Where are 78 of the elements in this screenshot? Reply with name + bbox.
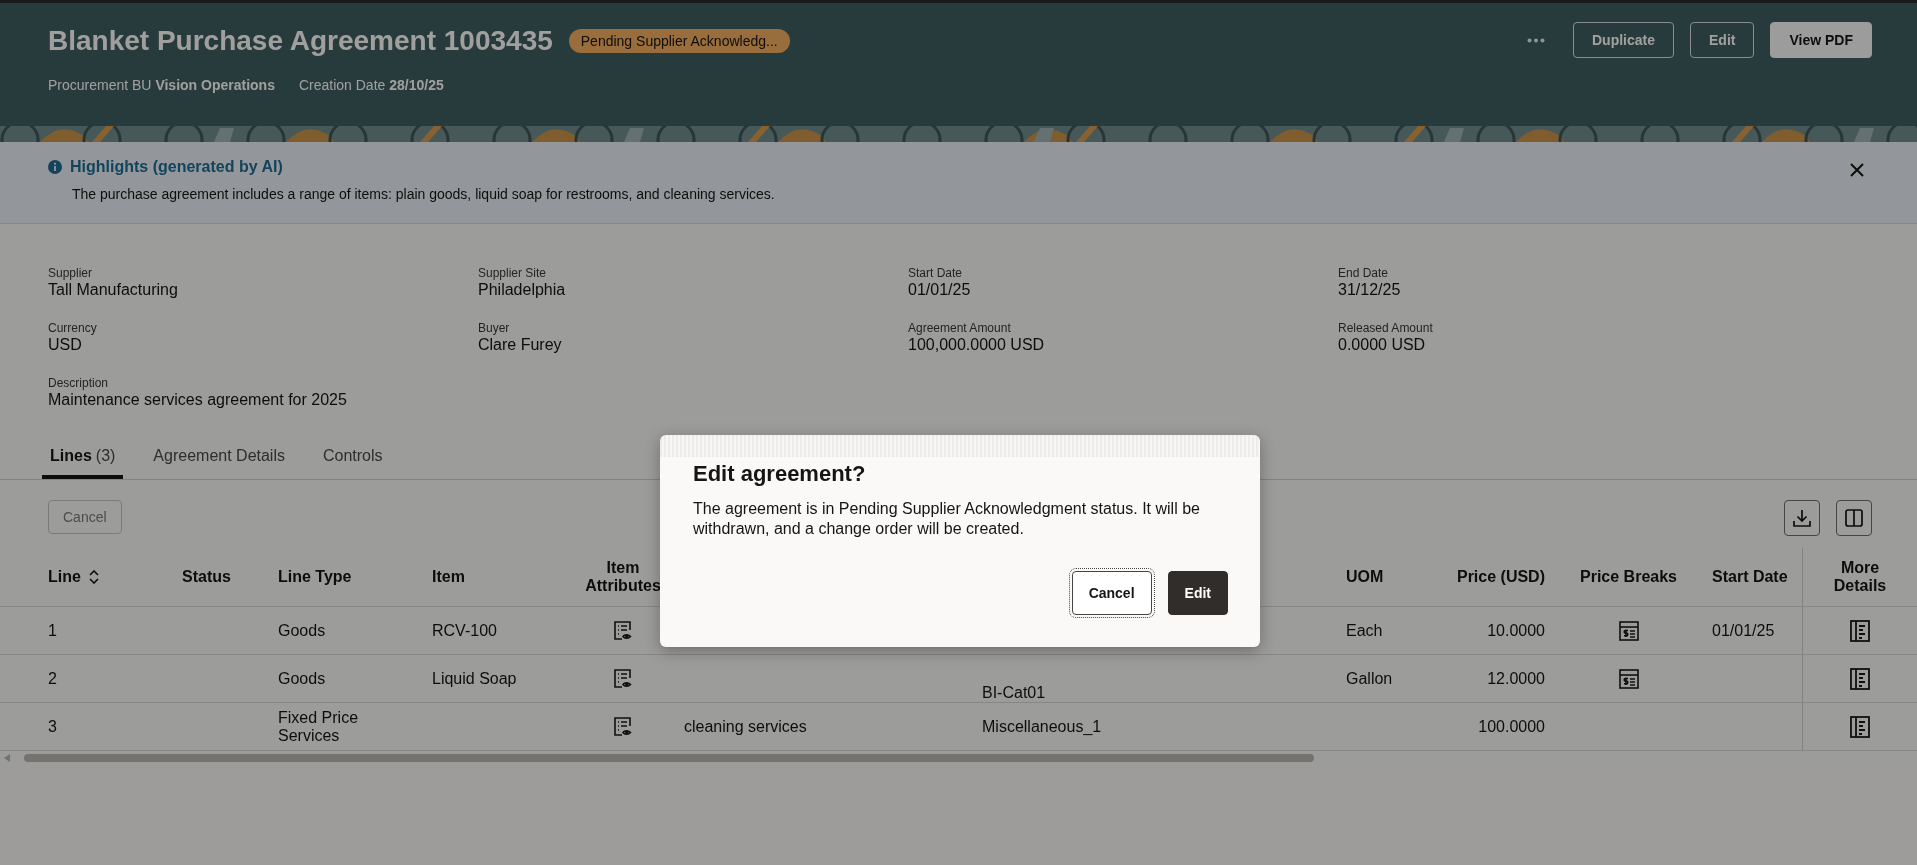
table-cell: Liquid Soap [432, 669, 517, 688]
close-icon[interactable] [1849, 162, 1865, 178]
field-value: 100,000.0000 USD [908, 336, 1046, 354]
table-cell: 10.0000 [1487, 621, 1545, 640]
header-button[interactable]: View PDF [1770, 22, 1872, 58]
column-header: More Details [1832, 559, 1888, 595]
field-label: Start Date [908, 266, 964, 280]
attributes-icon[interactable] [612, 715, 634, 738]
field-label: Agreement Amount [908, 321, 1012, 335]
field-value: USD [48, 336, 83, 354]
column-header: Status [182, 568, 231, 586]
dialog-title: Edit agreement? [693, 461, 867, 487]
columns-button[interactable] [1836, 500, 1872, 536]
column-header: Start Date [1712, 568, 1788, 586]
table-cell: Goods [278, 669, 326, 688]
dialog-button[interactable]: Edit [1167, 571, 1228, 615]
price-breaks-icon[interactable] [1617, 667, 1640, 690]
table-cell: BI-Cat01 [982, 684, 1046, 702]
table-cell: 3 [48, 717, 57, 736]
column-header: Price (USD) [1456, 568, 1545, 586]
field-value: Philadelphia [478, 281, 567, 299]
table-cell: Each [1346, 621, 1383, 640]
field-label: Supplier [48, 266, 94, 280]
table-cell: Goods [278, 621, 326, 640]
field-label: Currency [48, 321, 98, 335]
tab[interactable]: Agreement Details [145, 439, 293, 479]
field-label: End Date [1338, 266, 1390, 280]
field-value: Clare Furey [478, 336, 563, 354]
table-cell: RCV-100 [432, 621, 497, 640]
attributes-icon[interactable] [612, 667, 634, 690]
header-button[interactable]: Edit [1690, 22, 1755, 58]
column-header: UOM [1346, 568, 1384, 586]
table-cell: cleaning services [684, 717, 807, 736]
field-value: 0.0000 USD [1338, 336, 1427, 354]
table-cell: 2 [48, 669, 57, 688]
column-header: Line Type [278, 568, 352, 586]
table-cell: 12.0000 [1487, 669, 1545, 688]
sort-icon[interactable] [88, 570, 99, 584]
column-header[interactable]: Line [48, 568, 81, 586]
table-cell: Miscellaneous_1 [982, 717, 1102, 736]
table-cell-text: Fixed Price Services [278, 708, 360, 745]
table-cell: 1 [48, 621, 57, 640]
table-cell: Gallon [1346, 669, 1393, 688]
download-icon [1792, 508, 1812, 528]
column-header: Item Attributes [585, 559, 661, 595]
dialog-button[interactable]: Cancel [1071, 571, 1152, 615]
columns-icon [1844, 508, 1864, 528]
field-label: Buyer [478, 321, 511, 335]
meta-text: Procurement BU Vision Operations [48, 77, 275, 93]
scrollbar-thumb[interactable] [24, 754, 1314, 762]
page-title: Blanket Purchase Agreement 1003435 [48, 25, 553, 57]
table-cell: 01/01/25 [1712, 621, 1775, 640]
field-label: Description [48, 376, 110, 390]
more-icon[interactable] [1527, 38, 1545, 43]
details-icon[interactable] [1849, 666, 1871, 691]
field-value: 31/12/25 [1338, 281, 1402, 299]
status-badge: Pending Supplier Acknowledg... [568, 29, 790, 53]
highlights-title: Highlights (generated by AI) [70, 158, 283, 176]
dialog-text: The agreement is in Pending Supplier Acknowledgment status. It will be withdrawn, and a change order will be created. [693, 499, 1201, 539]
field-label: Released Amount [1338, 321, 1434, 335]
meta-text: Creation Date 28/10/25 [298, 77, 444, 93]
price-breaks-icon[interactable] [1617, 619, 1640, 642]
highlights-text: The purchase agreement includes a range of items: plain goods, liquid soap for restrooms, and cleaning services. [72, 186, 775, 202]
table-cell: 100.0000 [1478, 717, 1545, 736]
field-value: Tall Manufacturing [48, 281, 179, 299]
field-label: Supplier Site [478, 266, 548, 280]
info-icon [48, 160, 62, 174]
details-icon[interactable] [1849, 618, 1871, 643]
field-value: Maintenance services agreement for 2025 [48, 391, 348, 409]
header-button[interactable]: Duplicate [1573, 22, 1674, 58]
column-header: Price Breaks [1580, 568, 1677, 586]
details-icon[interactable] [1849, 714, 1871, 739]
column-header: Item [432, 568, 465, 586]
download-button[interactable] [1784, 500, 1820, 536]
tab[interactable]: Lines (3) [42, 439, 124, 479]
field-value: 01/01/25 [908, 281, 972, 299]
attributes-icon[interactable] [612, 619, 634, 642]
tab[interactable]: Controls [315, 439, 391, 479]
